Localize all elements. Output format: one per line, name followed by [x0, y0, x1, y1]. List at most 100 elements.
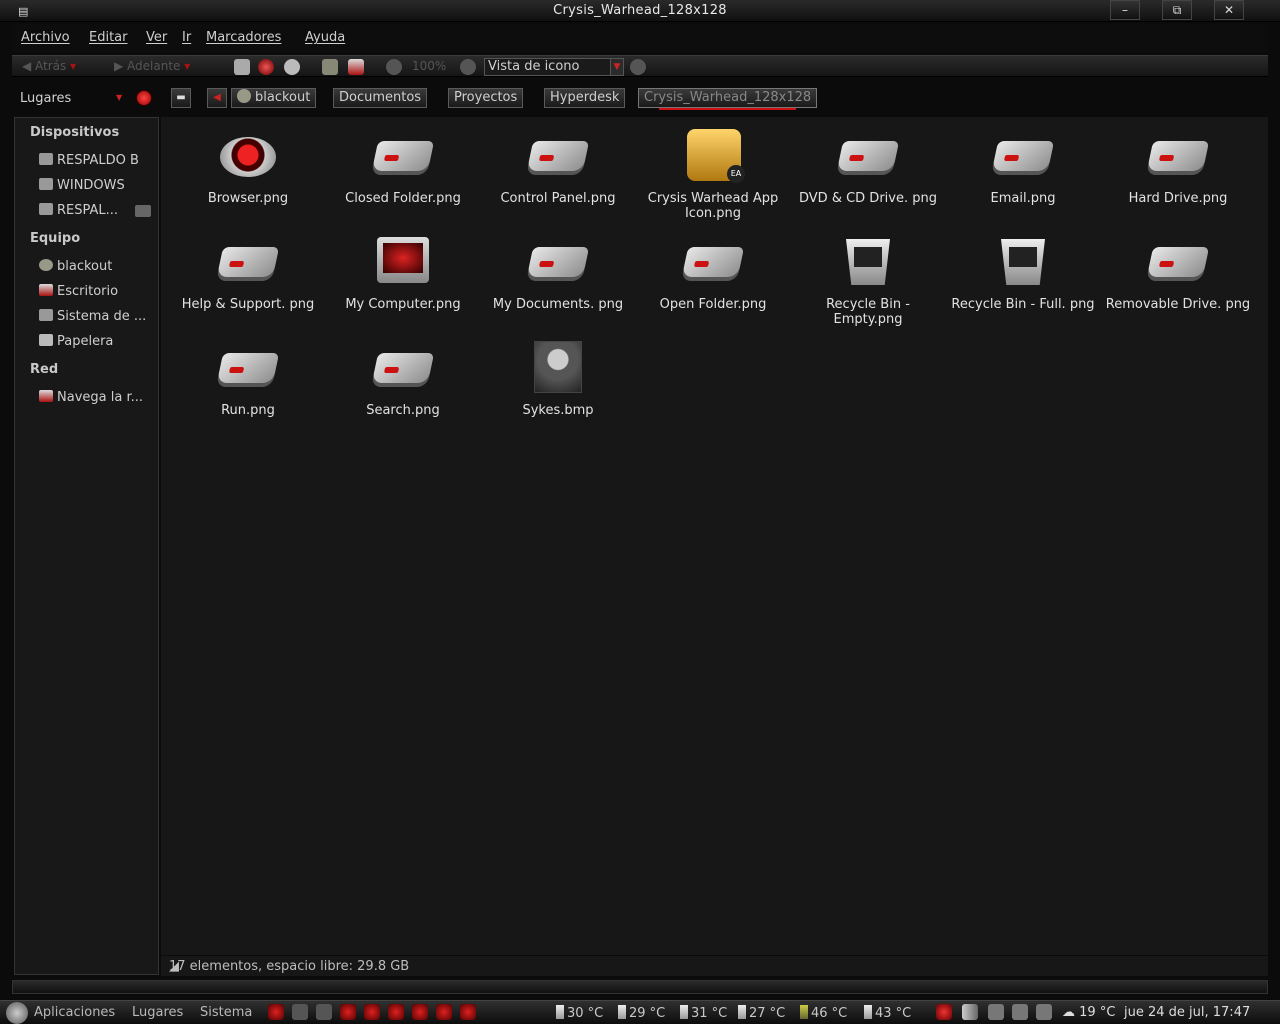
- sidebar-item-sistema[interactable]: Sistema de ...: [39, 309, 146, 324]
- status-bar: 17 elementos, espacio libre: 29.8 GB ◢: [161, 956, 1268, 976]
- bin-file-icon: [991, 235, 1055, 291]
- thermometer-icon: [618, 1005, 626, 1019]
- file-item[interactable]: Removable Drive. png: [1103, 235, 1253, 312]
- launcher-icon[interactable]: [460, 1004, 476, 1020]
- launcher-icon[interactable]: [316, 1004, 332, 1020]
- crumb-crysis-warhead[interactable]: Crysis_Warhead_128x128: [638, 88, 818, 110]
- weather[interactable]: ☁ 19 °C: [1062, 1005, 1115, 1020]
- file-item[interactable]: Recycle Bin - Full. png: [948, 235, 1098, 312]
- menu-ver[interactable]: Ver: [146, 30, 167, 45]
- zoom-out-icon[interactable]: [386, 59, 402, 75]
- panel-places[interactable]: Lugares: [132, 1005, 183, 1020]
- sidebar-item-respal[interactable]: RESPAL...: [39, 203, 118, 218]
- menu-marcadores[interactable]: Marcadores: [206, 30, 281, 45]
- sensor-temp: 29 °C: [618, 1005, 665, 1021]
- menu-logo-icon[interactable]: [6, 1002, 28, 1024]
- launcher-icon[interactable]: [388, 1004, 404, 1020]
- reload-icon[interactable]: [284, 59, 300, 75]
- file-item[interactable]: Closed Folder.png: [328, 129, 478, 206]
- forward-button[interactable]: ▶ Adelante ▾: [114, 59, 190, 73]
- file-item[interactable]: Recycle Bin - Empty.png: [793, 235, 943, 327]
- file-item[interactable]: Run.png: [173, 341, 323, 418]
- launcher-icon[interactable]: [436, 1004, 452, 1020]
- tray-icon[interactable]: [1012, 1004, 1028, 1020]
- file-item[interactable]: Open Folder.png: [638, 235, 788, 312]
- minimize-button[interactable]: –: [1110, 0, 1140, 20]
- icon-view[interactable]: Browser.png Closed Folder.png Control Pane…: [161, 117, 1268, 955]
- horizontal-scrollbar[interactable]: [12, 980, 1268, 994]
- sidebar-item-papelera[interactable]: Papelera: [39, 334, 113, 349]
- sensor-value: 46 °C: [811, 1006, 848, 1021]
- crumb-proyectos[interactable]: Proyectos: [448, 88, 524, 108]
- close-button[interactable]: ✕: [1214, 0, 1244, 20]
- menu-ayuda[interactable]: Ayuda: [305, 30, 345, 45]
- icon-graphic: [681, 247, 745, 277]
- zoom-in-icon[interactable]: [460, 59, 476, 75]
- file-item[interactable]: Sykes.bmp: [483, 341, 633, 418]
- file-label: Recycle Bin - Empty.png: [826, 297, 910, 327]
- file-item[interactable]: Hard Drive.png: [1103, 129, 1253, 206]
- file-item[interactable]: My Computer.png: [328, 235, 478, 312]
- file-label: Closed Folder.png: [345, 191, 461, 206]
- sidebar-item-label: Navega la r...: [57, 390, 143, 405]
- menu-archivo[interactable]: Archivo: [21, 30, 70, 45]
- panel-system[interactable]: Sistema: [200, 1005, 252, 1020]
- resize-grip-icon[interactable]: ◢: [169, 959, 179, 974]
- file-item[interactable]: Browser.png: [173, 129, 323, 206]
- menu-ir[interactable]: Ir: [182, 30, 191, 45]
- back-button[interactable]: ◀ Atrás ▾: [22, 59, 76, 73]
- chevron-down-icon[interactable]: ▼: [116, 93, 122, 102]
- sidebar-item-windows[interactable]: WINDOWS: [39, 178, 125, 193]
- icon-graphic: [377, 237, 429, 283]
- search-icon[interactable]: [630, 59, 646, 75]
- places-selector[interactable]: Lugares: [20, 91, 71, 106]
- icon-graphic: [687, 129, 745, 183]
- tray-icon[interactable]: [1036, 1004, 1052, 1020]
- title-bar[interactable]: ▤ Crysis_Warhead_128x128 – ⧉ ✕: [0, 0, 1280, 22]
- file-item[interactable]: Crysis Warhead App Icon.png: [638, 129, 788, 221]
- computer-icon[interactable]: [348, 59, 364, 75]
- menu-editar[interactable]: Editar: [89, 30, 128, 45]
- sidebar-item-respaldo-b[interactable]: RESPALDO B: [39, 153, 139, 168]
- file-item[interactable]: Control Panel.png: [483, 129, 633, 206]
- sidebar-item-blackout[interactable]: blackout: [39, 259, 112, 274]
- view-mode-select[interactable]: Vista de icono: [484, 58, 620, 76]
- crumb-left-icon[interactable]: ◀: [207, 88, 227, 108]
- tray-icon[interactable]: [988, 1004, 1004, 1020]
- crumb-documentos[interactable]: Documentos: [333, 88, 428, 108]
- signal-icon[interactable]: [962, 1004, 978, 1020]
- launcher-icon[interactable]: [364, 1004, 380, 1020]
- sidebar-item-label: RESPAL...: [57, 203, 119, 218]
- file-item[interactable]: Search.png: [328, 341, 478, 418]
- maximize-button[interactable]: ⧉: [1162, 0, 1192, 20]
- stop-icon[interactable]: [258, 59, 274, 75]
- sidebar-item-label: Sistema de ...: [57, 309, 147, 324]
- file-item[interactable]: DVD & CD Drive. png: [793, 129, 943, 206]
- clock[interactable]: jue 24 de jul, 17:47: [1124, 1005, 1250, 1020]
- crumb-hyperdesk[interactable]: Hyperdesk: [544, 88, 626, 108]
- launcher-icon[interactable]: [340, 1004, 356, 1020]
- launcher-icon[interactable]: [412, 1004, 428, 1020]
- icon-graphic: [1146, 141, 1210, 171]
- toggle-location-icon[interactable]: ▬: [171, 88, 191, 108]
- up-icon[interactable]: [234, 59, 250, 75]
- file-item[interactable]: Email.png: [948, 129, 1098, 206]
- close-sidebar-icon[interactable]: [136, 90, 152, 106]
- chevron-down-icon[interactable]: ▼: [610, 58, 624, 76]
- sidebar-header-computer: Equipo: [30, 231, 81, 246]
- sidebar-item-escritorio[interactable]: Escritorio: [39, 284, 118, 299]
- zoom-level[interactable]: 100%: [412, 59, 446, 73]
- home-icon[interactable]: [322, 59, 338, 75]
- launcher-icon[interactable]: [292, 1004, 308, 1020]
- app-tray-icon[interactable]: [936, 1004, 952, 1020]
- panel-applications[interactable]: Aplicaciones: [34, 1005, 115, 1020]
- file-item[interactable]: Help & Support. png: [173, 235, 323, 312]
- launcher-icon[interactable]: [268, 1004, 284, 1020]
- sidebar-item-network[interactable]: Navega la r...: [39, 390, 143, 405]
- file-label: Email.png: [990, 191, 1056, 206]
- window-title: Crysis_Warhead_128x128: [553, 3, 727, 18]
- drive-file-icon: [526, 129, 590, 185]
- eject-icon[interactable]: [135, 205, 151, 217]
- crumb-blackout[interactable]: blackout: [231, 88, 317, 108]
- file-item[interactable]: My Documents. png: [483, 235, 633, 312]
